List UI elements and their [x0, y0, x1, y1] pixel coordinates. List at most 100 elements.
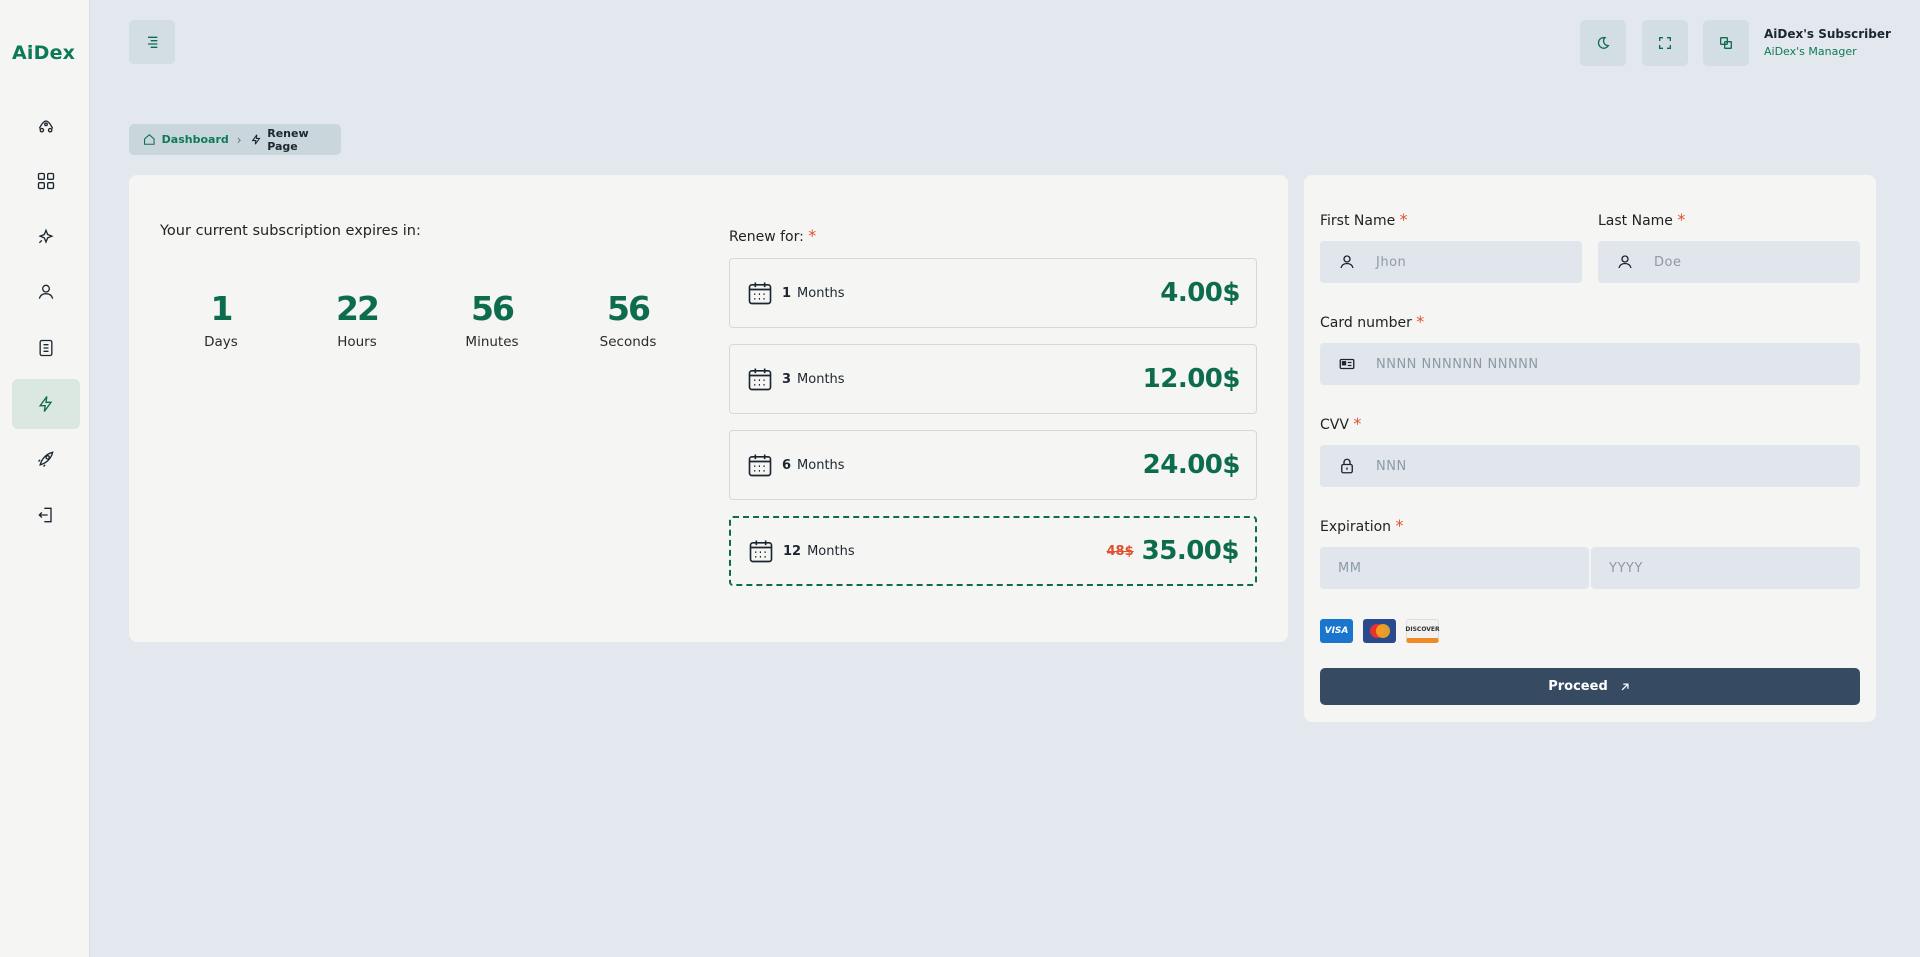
menu-icon: [148, 36, 158, 48]
breadcrumb-dashboard-link[interactable]: Dashboard: [162, 133, 229, 146]
moon-icon: [1597, 36, 1610, 49]
plan-months-number: 6: [782, 457, 792, 473]
sidebar-item-grid[interactable]: [12, 156, 80, 206]
proceed-button[interactable]: Proceed: [1320, 668, 1860, 705]
dark-mode-button[interactable]: [1580, 20, 1626, 66]
sidebar-item-renew[interactable]: [12, 379, 80, 429]
sidebar-item-launch[interactable]: [12, 434, 80, 484]
plan-old-price: 48$: [1106, 543, 1134, 559]
id-card-icon: [1339, 358, 1355, 370]
cvv-placeholder: NNN: [1376, 458, 1407, 474]
arrow-up-right-icon: [1621, 682, 1629, 690]
sidebar-item-rocket[interactable]: [12, 101, 80, 151]
plan-price: 12.00$: [1142, 364, 1241, 394]
required-mark: *: [1395, 516, 1404, 535]
plan-months-unit: Months: [797, 371, 845, 387]
plan-option-6[interactable]: 6 Months 24.00$: [729, 430, 1257, 500]
countdown-label: Hours: [337, 334, 377, 350]
logout-icon: [38, 507, 52, 523]
breadcrumb: Dashboard › Renew Page: [129, 124, 341, 155]
plan-months-number: 3: [782, 371, 792, 387]
cvv-label-text: CVV: [1320, 417, 1349, 433]
expiration-year-field[interactable]: YYYY: [1591, 547, 1860, 589]
plan-option-1[interactable]: 1 Months 4.00$: [729, 258, 1257, 328]
sidebar-item-logout[interactable]: [12, 490, 80, 540]
expiration-label: Expiration *: [1320, 516, 1404, 535]
cvv-field[interactable]: NNN: [1320, 445, 1860, 487]
sidebar-item-profile[interactable]: [12, 267, 80, 317]
countdown-label: Days: [204, 334, 238, 350]
countdown-value: 1: [210, 289, 234, 328]
countdown-value: 56: [471, 289, 515, 328]
breadcrumb-current: Renew Page: [267, 126, 309, 153]
calendar-icon: [748, 282, 772, 305]
grid-icon: [37, 172, 55, 190]
first-name-placeholder: Jhon: [1376, 254, 1407, 270]
plan-price: 24.00$: [1142, 450, 1241, 480]
fullscreen-button[interactable]: [1642, 20, 1688, 66]
countdown-label: Minutes: [465, 334, 519, 350]
last-name-label: Last Name *: [1598, 210, 1685, 229]
last-name-placeholder: Doe: [1654, 254, 1682, 270]
document-icon: [39, 339, 53, 357]
payment-cards: VISA DISCOVER: [1320, 619, 1440, 643]
lock-icon: [1341, 458, 1353, 474]
plan-months-number: 12: [783, 543, 802, 559]
countdown-days: 1 Days: [166, 289, 276, 350]
plan-months-unit: Months: [797, 457, 845, 473]
year-placeholder: YYYY: [1609, 560, 1643, 576]
first-name-field[interactable]: Jhon: [1320, 241, 1582, 283]
proceed-label: Proceed: [1548, 679, 1608, 694]
first-name-label: First Name *: [1320, 210, 1408, 229]
required-mark: *: [1399, 210, 1408, 229]
avatar[interactable]: [1703, 20, 1749, 66]
first-name-label-text: First Name: [1320, 213, 1396, 229]
user-name: AiDex's Subscriber: [1764, 27, 1891, 41]
user-role: AiDex's Manager: [1764, 45, 1857, 58]
rocket-badge-icon: [38, 451, 54, 467]
countdown-hours: 22 Hours: [302, 289, 412, 350]
plan-months-unit: Months: [807, 543, 855, 559]
required-mark: *: [808, 226, 817, 245]
card-number-label-text: Card number: [1320, 315, 1412, 331]
sparkles-icon: [38, 228, 54, 244]
plan-price: 35.00$: [1141, 536, 1240, 566]
required-mark: *: [1416, 312, 1425, 331]
menu-toggle-button[interactable]: [129, 20, 175, 64]
plan-option-3[interactable]: 3 Months 12.00$: [729, 344, 1257, 414]
calendar-icon: [748, 368, 772, 391]
sidebar-item-document[interactable]: [12, 323, 80, 373]
avatar-icon: [1720, 37, 1732, 49]
plan-price: 4.00$: [1160, 278, 1240, 308]
month-placeholder: MM: [1338, 560, 1362, 576]
required-mark: *: [1677, 210, 1686, 229]
calendar-icon: [749, 540, 773, 563]
required-mark: *: [1353, 414, 1362, 433]
card-number-placeholder: NNNN NNNNNN NNNNN: [1376, 356, 1539, 372]
countdown-label: Seconds: [599, 334, 657, 350]
calendar-icon: [748, 454, 772, 477]
rocket-icon: [38, 120, 54, 133]
home-icon: [144, 134, 155, 145]
countdown-value: 22: [336, 289, 380, 328]
sidebar-item-sparkles[interactable]: [12, 212, 80, 262]
sidebar: AiDex: [0, 0, 90, 957]
plan-months-number: 1: [782, 285, 792, 301]
app-logo[interactable]: AiDex: [12, 42, 75, 64]
card-number-label: Card number *: [1320, 312, 1424, 331]
expiration-month-field[interactable]: MM: [1320, 547, 1589, 589]
lightning-icon: [38, 396, 53, 412]
lightning-icon: [251, 134, 261, 145]
visa-icon: VISA: [1320, 619, 1353, 643]
countdown-title: Your current subscription expires in:: [160, 223, 421, 239]
countdown-value: 56: [607, 289, 651, 328]
card-number-field[interactable]: NNNN NNNNNN NNNNN: [1320, 343, 1860, 385]
chevron-right-icon: ›: [236, 132, 242, 147]
user-icon: [1618, 255, 1632, 269]
mastercard-icon: [1363, 619, 1396, 643]
countdown-minutes: 56 Minutes: [437, 289, 547, 350]
expiration-label-text: Expiration: [1320, 519, 1392, 535]
last-name-field[interactable]: Doe: [1598, 241, 1860, 283]
countdown-seconds: 56 Seconds: [573, 289, 683, 350]
plan-option-12[interactable]: 12 Months 48$ 35.00$: [729, 516, 1257, 586]
